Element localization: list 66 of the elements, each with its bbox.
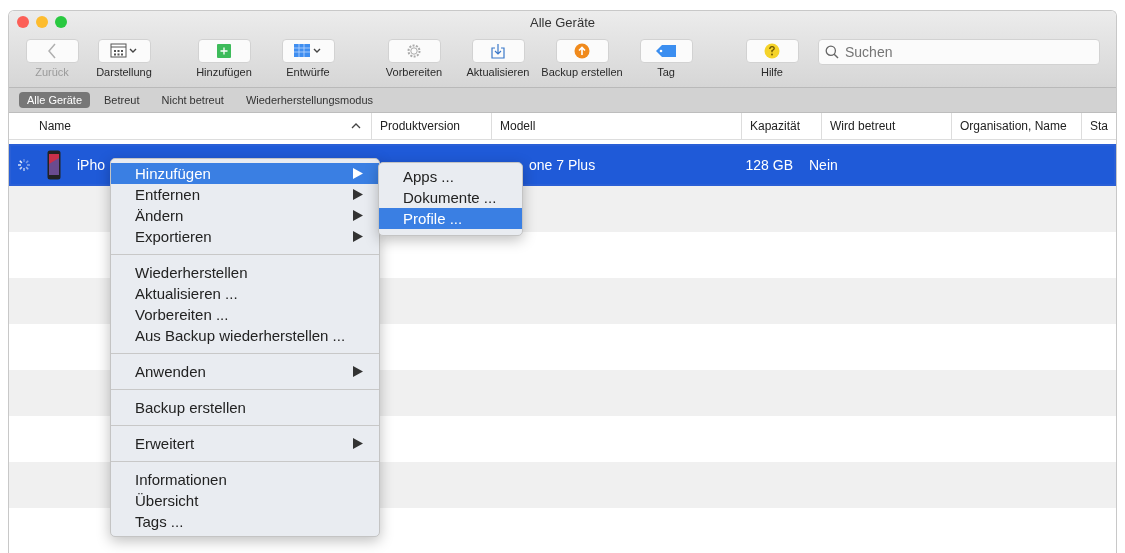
search-field[interactable]: Suchen — [818, 39, 1100, 65]
filter-tab[interactable]: Nicht betreut — [153, 92, 232, 108]
menu-item[interactable]: Entfernen — [111, 184, 379, 205]
device-name: iPho — [77, 157, 106, 173]
table-cell: one 7 Plus — [529, 157, 596, 173]
toolbar-button[interactable] — [639, 39, 693, 63]
search-icon — [825, 45, 839, 59]
menu-item[interactable]: Übersicht — [111, 490, 379, 511]
filter-tab[interactable]: Betreut — [96, 92, 148, 108]
menu-item[interactable]: Profile ... — [379, 208, 522, 229]
column-header[interactable]: Modell — [500, 119, 536, 133]
chevron-left-icon — [47, 43, 57, 59]
column-header[interactable]: Wird betreut — [830, 119, 896, 133]
phone-icon — [47, 150, 61, 180]
toolbar-button[interactable] — [555, 39, 609, 63]
plus-icon — [217, 44, 231, 58]
column-header[interactable]: Sta — [1090, 119, 1108, 133]
toolbar-label: Tag — [657, 66, 675, 78]
menu-item[interactable]: Apps ... — [379, 166, 522, 187]
toolbar-label: Backup erstellen — [541, 66, 623, 78]
column-header[interactable]: Kapazität — [750, 119, 801, 133]
toolbar-label: Darstellung — [96, 66, 152, 78]
menu-item[interactable]: Aktualisieren ... — [111, 283, 379, 304]
menu-item[interactable]: Backup erstellen — [111, 397, 379, 418]
menu-item[interactable]: Exportieren — [111, 226, 379, 247]
filter-tab[interactable]: Alle Geräte — [19, 92, 91, 108]
toolbar-button[interactable] — [281, 39, 335, 63]
column-header[interactable]: Organisation, Name — [960, 119, 1067, 133]
toolbar-button[interactable] — [387, 39, 441, 63]
tag-icon — [656, 45, 676, 57]
menu-item[interactable]: Hinzufügen — [111, 163, 379, 184]
gear-icon — [406, 43, 422, 59]
column-header[interactable]: Name — [39, 119, 71, 133]
toolbar-label: Hilfe — [761, 66, 783, 78]
download-tray-icon — [491, 43, 505, 59]
menu-item[interactable]: Dokumente ... — [379, 187, 522, 208]
menu-item[interactable]: Vorbereiten ... — [111, 304, 379, 325]
grid-dropdown-icon — [293, 43, 323, 59]
toolbar-label: Vorbereiten — [385, 66, 443, 78]
menu-item[interactable]: Anwenden — [111, 361, 379, 382]
calendar-dropdown-icon — [110, 43, 138, 59]
help-icon — [764, 43, 780, 59]
table-cell: 128 GB — [745, 157, 793, 173]
toolbar-button[interactable] — [471, 39, 525, 63]
toolbar-label: Hinzufügen — [196, 66, 252, 78]
menu-item[interactable]: Ändern — [111, 205, 379, 226]
toolbar-label: Zurück — [35, 66, 69, 78]
close-icon[interactable] — [17, 16, 29, 28]
menu-item[interactable]: Erweitert — [111, 433, 379, 454]
menu-item[interactable]: Tags ... — [111, 511, 379, 532]
toolbar-button[interactable] — [197, 39, 251, 63]
toolbar-label: Entwürfe — [286, 66, 330, 78]
window-title: Alle Geräte — [529, 14, 595, 30]
column-header[interactable]: Produktversion — [380, 119, 461, 133]
menu-item[interactable]: Wiederherstellen — [111, 262, 379, 283]
zoom-icon[interactable] — [55, 16, 67, 28]
toolbar-button[interactable] — [745, 39, 799, 63]
minimize-icon[interactable] — [36, 16, 48, 28]
upload-circle-icon — [574, 43, 590, 59]
toolbar-label: Aktualisieren — [466, 66, 530, 78]
sort-ascending-icon[interactable] — [351, 123, 361, 129]
toolbar-button[interactable] — [97, 39, 151, 63]
menu-item[interactable]: Informationen — [111, 469, 379, 490]
table-cell: Nein — [809, 157, 838, 173]
menu-item[interactable]: Aus Backup wiederherstellen ... — [111, 325, 379, 346]
filter-tab[interactable]: Wiederherstellungsmodus — [237, 92, 382, 108]
